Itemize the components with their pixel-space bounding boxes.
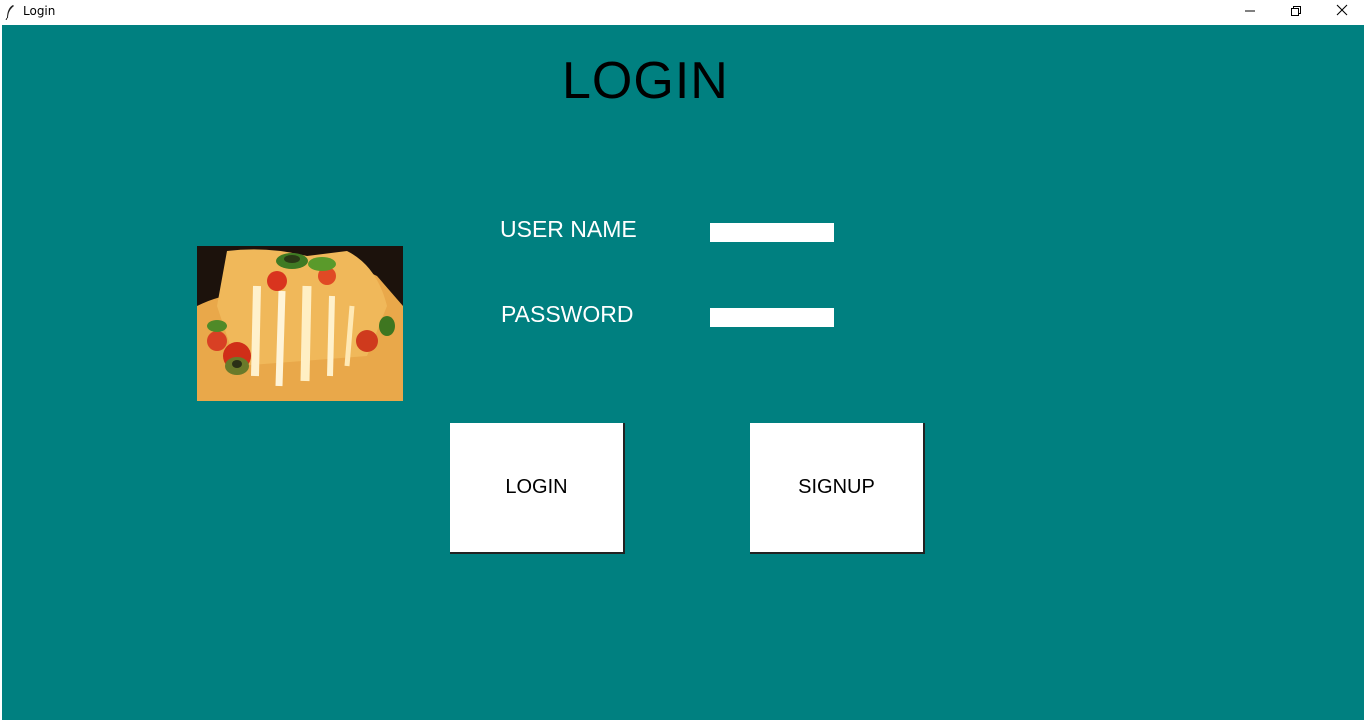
page-title: LOGIN <box>562 52 729 110</box>
minimize-icon <box>1245 3 1255 21</box>
restore-icon <box>1291 3 1301 21</box>
feather-icon <box>5 4 15 21</box>
title-bar[interactable]: Login <box>0 0 1366 24</box>
minimize-button[interactable] <box>1227 0 1273 24</box>
pizza-image <box>197 246 403 401</box>
username-input[interactable] <box>710 223 834 242</box>
close-button[interactable] <box>1319 0 1365 24</box>
username-label: USER NAME <box>500 216 637 242</box>
close-icon <box>1336 3 1348 21</box>
password-label: PASSWORD <box>501 301 634 327</box>
password-input[interactable] <box>710 308 834 327</box>
login-form-area: LOGIN USER NAME PASSWORD LOGIN SIGNUP <box>2 25 1364 720</box>
login-button[interactable]: LOGIN <box>450 423 625 554</box>
login-window: Login LOGIN USER NAME PASSWORD LOGIN SIG… <box>0 0 1366 720</box>
restore-button[interactable] <box>1273 0 1319 24</box>
signup-button[interactable]: SIGNUP <box>750 423 925 554</box>
window-title: Login <box>23 4 56 18</box>
